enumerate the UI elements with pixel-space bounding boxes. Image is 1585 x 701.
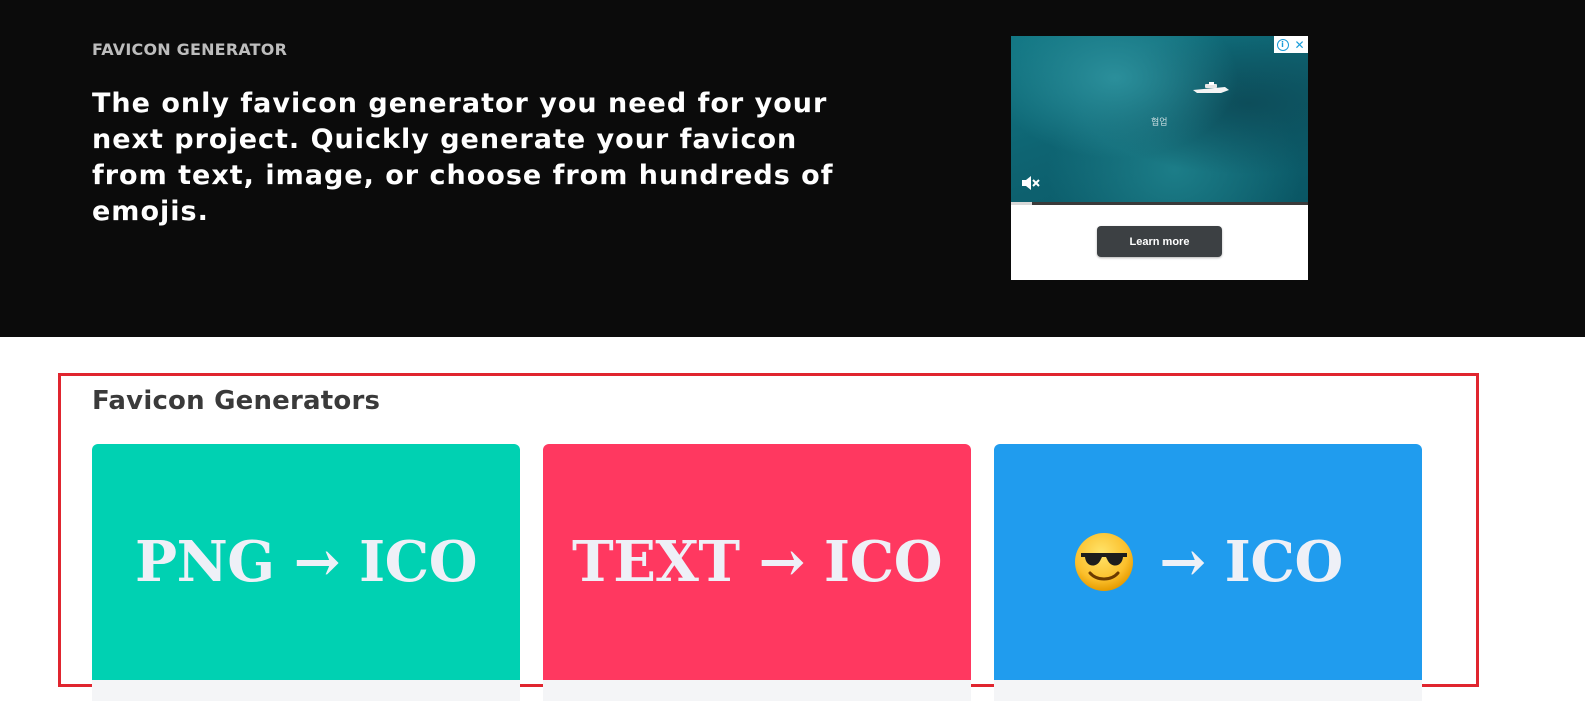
card-png-to-ico[interactable]: PNG → ICO bbox=[92, 444, 520, 680]
ad-watermark: 협업 bbox=[1151, 118, 1168, 128]
learn-more-button[interactable]: Learn more bbox=[1097, 226, 1222, 257]
card-label: PNG → ICO bbox=[134, 529, 478, 595]
ad-video[interactable]: 협업 bbox=[1011, 36, 1308, 205]
hero-section: FAVICON GENERATOR The only favicon gener… bbox=[0, 0, 1585, 337]
ad-progress-bar bbox=[1011, 202, 1308, 205]
boat-icon bbox=[1193, 82, 1229, 93]
ad-banner[interactable]: 협업 i ✕ Learn more bbox=[1011, 36, 1308, 280]
hero-tagline: The only favicon generator you need for … bbox=[92, 88, 834, 227]
card-footer bbox=[543, 680, 971, 701]
card-label-wrap: → ICO bbox=[1073, 529, 1343, 595]
close-icon[interactable]: ✕ bbox=[1291, 36, 1308, 53]
card-emoji-to-ico[interactable]: → ICO bbox=[994, 444, 1422, 680]
card-label: TEXT → ICO bbox=[572, 529, 942, 595]
ad-progress-fill bbox=[1011, 202, 1032, 205]
section-title: Favicon Generators bbox=[92, 386, 381, 416]
card-footer bbox=[92, 680, 520, 701]
card-footer bbox=[994, 680, 1422, 701]
card-label: → ICO bbox=[1159, 529, 1343, 595]
info-icon[interactable]: i bbox=[1274, 36, 1291, 53]
ad-badges: i ✕ bbox=[1274, 36, 1308, 53]
card-text-to-ico[interactable]: TEXT → ICO bbox=[543, 444, 971, 680]
hero-eyebrow: FAVICON GENERATOR bbox=[92, 40, 288, 59]
mute-icon[interactable] bbox=[1020, 175, 1040, 191]
sunglasses-face-icon bbox=[1075, 533, 1134, 591]
